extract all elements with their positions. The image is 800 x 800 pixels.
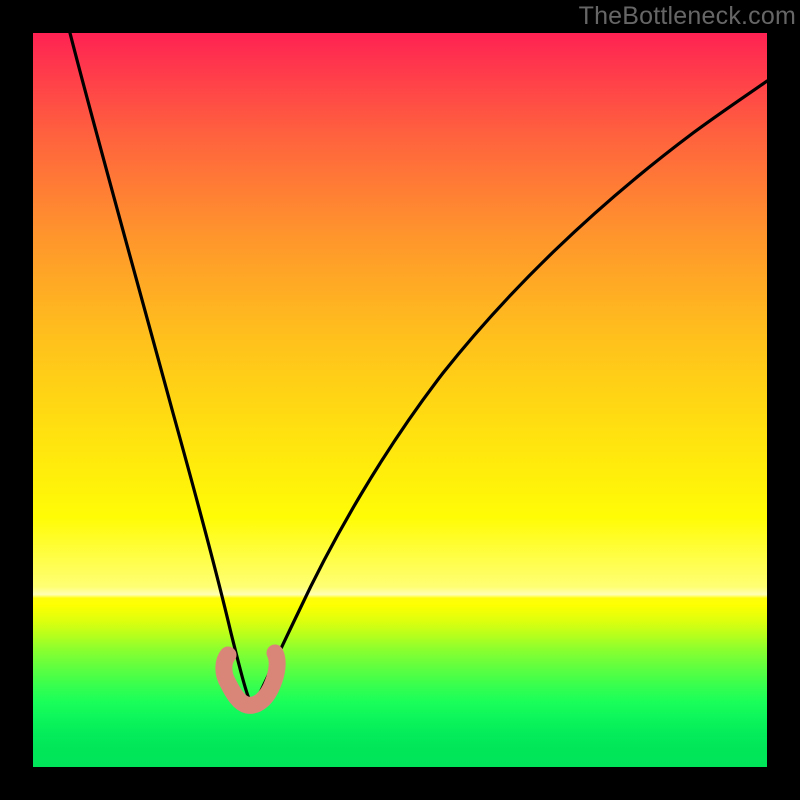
- plot-area: [33, 33, 767, 767]
- marker-blob: [224, 653, 277, 705]
- curve-layer: [33, 33, 767, 767]
- chart-frame: TheBottleneck.com: [0, 0, 800, 800]
- bottleneck-curve: [70, 33, 767, 704]
- watermark-text: TheBottleneck.com: [579, 2, 796, 31]
